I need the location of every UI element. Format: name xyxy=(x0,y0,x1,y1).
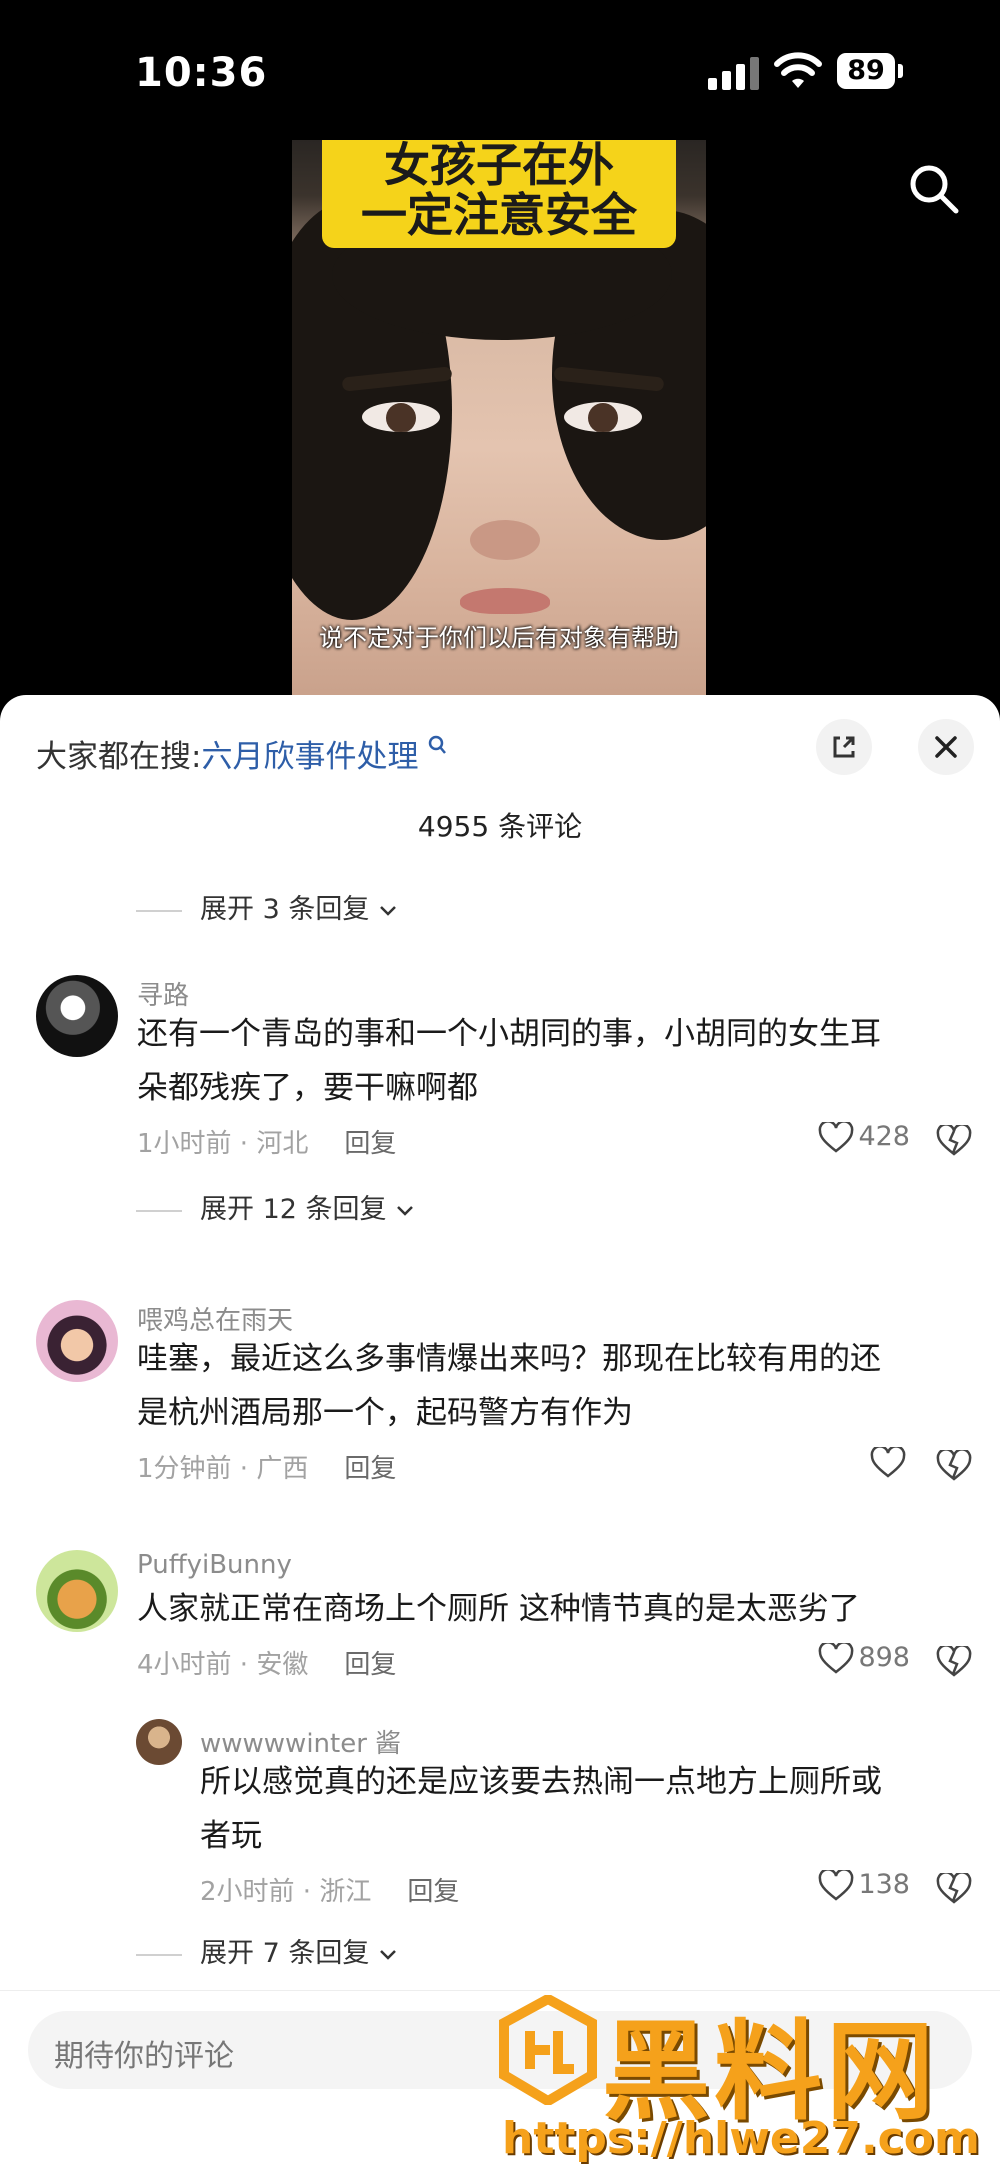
expand-replies-button[interactable]: 展开 12 条回复 xyxy=(136,1187,415,1226)
comment-meta: 1小时前 · 河北 回复 xyxy=(137,1129,397,1159)
chevron-down-icon xyxy=(397,1205,414,1216)
right-eye xyxy=(564,402,642,432)
chevron-down-icon xyxy=(380,1949,396,1960)
status-time: 10:36 xyxy=(135,50,268,96)
video-player[interactable]: 女孩子在外 一定注意安全 说不定对于你们以后有对象有帮助 xyxy=(292,140,706,700)
reply-meta: 2小时前 · 浙江 回复 xyxy=(200,1877,460,1907)
comment-sheet: 大家都在搜:六月欣事件处理 4955 条评论 展开 3 条回复 寻路 还有一个青… xyxy=(0,695,1000,2173)
video-caption: 女孩子在外 一定注意安全 xyxy=(361,140,637,242)
heart-icon xyxy=(819,1640,854,1674)
comment-text: 人家就正常在商场上个厕所 这种情节真的是太恶劣了 xyxy=(137,1591,860,1627)
heart-icon xyxy=(870,1444,906,1478)
battery-icon: 89 xyxy=(837,53,895,89)
comment-count: 4955 条评论 xyxy=(417,810,583,843)
close-icon xyxy=(935,736,957,758)
battery-tip xyxy=(898,64,903,78)
comment-text: 还有一个青岛的事和一个小胡同的事，小胡同的女生耳 朵都残疾了，要干嘛啊都 xyxy=(137,1016,881,1106)
nose xyxy=(470,520,540,560)
reply-button[interactable]: 回复 xyxy=(344,1129,396,1159)
watermark: 黑料网 https://hlwe27.com xyxy=(498,1985,988,2170)
like-button[interactable]: 898 xyxy=(818,1640,910,1675)
heart-icon xyxy=(819,1867,854,1901)
reply-button[interactable]: 回复 xyxy=(407,1877,459,1907)
like-button[interactable] xyxy=(870,1444,910,1479)
watermark-logo xyxy=(499,1995,597,2105)
avatar[interactable] xyxy=(36,1550,118,1632)
avatar[interactable] xyxy=(36,1300,118,1382)
left-eye xyxy=(362,402,440,432)
comment-input-placeholder: 期待你的评论 xyxy=(54,2039,234,2074)
video-caption-box: 女孩子在外 一定注意安全 xyxy=(322,140,676,248)
video-subtitle: 说不定对于你们以后有对象有帮助 xyxy=(319,624,679,652)
watermark-url: https://hlwe27.com xyxy=(502,2113,980,2164)
like-button[interactable]: 138 xyxy=(818,1867,910,1902)
cellular-signal-icon xyxy=(708,56,760,90)
avatar[interactable] xyxy=(36,975,118,1057)
comment-username[interactable]: PuffyiBunny xyxy=(137,1550,292,1580)
reply-button[interactable]: 回复 xyxy=(344,1650,396,1680)
expand-replies-button[interactable]: 展开 7 条回复 xyxy=(136,1931,398,1970)
status-bar: 10:36 89 xyxy=(0,0,1000,140)
fullscreen-button[interactable] xyxy=(816,719,872,775)
broken-heart-icon[interactable] xyxy=(936,1450,972,1482)
hot-search-term[interactable]: 六月欣事件处理 xyxy=(201,739,418,775)
close-button[interactable] xyxy=(918,719,974,775)
comment-text: 哇塞，最近这么多事情爆出来吗？那现在比较有用的还 是杭州酒局那一个，起码警方有作… xyxy=(137,1341,881,1431)
reply-button[interactable]: 回复 xyxy=(344,1454,396,1484)
expand-replies-button[interactable]: 展开 3 条回复 xyxy=(136,887,398,926)
like-button[interactable]: 428 xyxy=(818,1119,910,1154)
small-search-icon xyxy=(429,735,447,754)
comment-meta: 1分钟前 · 广西 回复 xyxy=(137,1454,397,1484)
hot-search[interactable]: 大家都在搜:六月欣事件处理 xyxy=(36,731,447,776)
lips xyxy=(460,588,550,614)
broken-heart-icon[interactable] xyxy=(936,1125,972,1157)
broken-heart-icon[interactable] xyxy=(936,1873,972,1905)
hot-search-prefix: 大家都在搜: xyxy=(36,739,202,775)
heart-icon xyxy=(819,1119,854,1153)
search-icon[interactable] xyxy=(908,163,960,215)
expand-icon xyxy=(833,736,855,758)
reply-text: 所以感觉真的还是应该要去热闹一点地方上厕所或 者玩 xyxy=(200,1764,882,1854)
avatar[interactable] xyxy=(136,1719,182,1765)
broken-heart-icon[interactable] xyxy=(936,1646,972,1678)
wifi-icon xyxy=(774,52,822,88)
chevron-down-icon xyxy=(380,905,396,916)
comment-meta: 4小时前 · 安徽 回复 xyxy=(137,1650,397,1680)
